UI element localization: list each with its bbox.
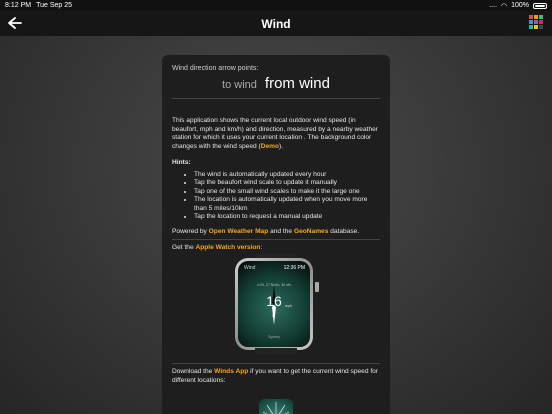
- info-card: Wind direction arrow points: to wind fro…: [162, 55, 390, 414]
- direction-toggle: to wind from wind: [172, 75, 380, 92]
- powered-prefix: Powered by: [172, 228, 209, 236]
- grid-cell: [539, 15, 543, 19]
- hint-item: The wind is automatically updated every …: [194, 171, 380, 179]
- watch-prefix: Get the: [172, 244, 196, 252]
- app-grid-icon[interactable]: [529, 15, 543, 29]
- geonames-link[interactable]: GeoNames: [294, 228, 328, 235]
- download-line: Download the Winds App if you want to ge…: [172, 368, 380, 385]
- wind-rays-icon: [262, 402, 290, 414]
- winds-app-image[interactable]: [259, 399, 293, 414]
- open-weather-map-link[interactable]: Open Weather Map: [209, 228, 269, 235]
- wifi-icon: ◠: [500, 2, 508, 10]
- hints-list: The wind is automatically updated every …: [172, 171, 380, 221]
- hint-item: Tap the location to request a manual upd…: [194, 213, 380, 221]
- option-to-wind[interactable]: to wind: [222, 79, 257, 91]
- grid-cell: [529, 15, 533, 19]
- watch-city: Sydney: [268, 335, 280, 340]
- powered-and: and the: [268, 228, 294, 236]
- demo-link[interactable]: Demo: [261, 143, 279, 150]
- grid-cell: [539, 20, 543, 24]
- watch-crown: [315, 282, 319, 293]
- winds-app-link[interactable]: Winds App: [214, 368, 248, 375]
- grid-cell: [529, 25, 533, 29]
- watch-suffix: :: [260, 244, 263, 252]
- direction-label: Wind direction arrow points:: [172, 65, 259, 72]
- divider: [172, 98, 380, 99]
- watch-wind-speed: 16: [266, 293, 282, 310]
- back-arrow-icon[interactable]: [6, 15, 24, 31]
- apple-watch-image[interactable]: Wind 12:36 PM 4:09, 27 North, 3b Ms 16 m…: [235, 254, 319, 355]
- hint-item: Tap one of the small wind scales to make…: [194, 188, 380, 196]
- divider: [172, 239, 380, 241]
- grid-cell: [529, 20, 533, 24]
- nav-bar: Wind: [0, 11, 552, 36]
- download-prefix: Download the: [172, 368, 215, 376]
- powered-suffix: database.: [328, 228, 360, 236]
- apple-watch-link[interactable]: Apple Watch version: [195, 244, 260, 251]
- watch-unit: mph: [285, 304, 292, 309]
- grid-cell: [534, 25, 538, 29]
- signal-dots: ....: [489, 2, 497, 9]
- grid-cell: [539, 25, 543, 29]
- status-time: 8:12 PM: [5, 2, 32, 9]
- watch-direction: S: [272, 313, 275, 319]
- status-bar: 8:12 PM Tue Sep 25 .... ◠ 100%: [0, 0, 552, 11]
- hints-title: Hints:: [172, 159, 191, 166]
- status-date: Tue Sep 25: [36, 2, 73, 9]
- watch-time: 12:36 PM: [283, 265, 305, 272]
- description-end: ).: [279, 142, 284, 150]
- watch-header: Wind 12:36 PM: [244, 265, 305, 271]
- battery-percent: 100%: [511, 2, 529, 9]
- option-from-wind[interactable]: from wind: [265, 75, 330, 92]
- battery-icon: [533, 2, 547, 9]
- page-title: Wind: [261, 16, 291, 31]
- grid-cell: [534, 15, 538, 19]
- watch-screen: Wind 12:36 PM 4:09, 27 North, 3b Ms 16 m…: [238, 261, 310, 348]
- powered-by: Powered by Open Weather Map and the GeoN…: [172, 228, 380, 235]
- hint-item: Tap the beaufort wind scale to update it…: [194, 179, 380, 187]
- grid-cell: [534, 20, 538, 24]
- hint-item: The location is automatically updated wh…: [194, 196, 380, 213]
- watch-band: [255, 348, 297, 355]
- watch-app-name: Wind: [244, 265, 256, 272]
- watch-case: Wind 12:36 PM 4:09, 27 North, 3b Ms 16 m…: [235, 258, 313, 351]
- apple-watch-line: Get the Apple Watch version:: [172, 244, 380, 251]
- description: This application shows the current local…: [172, 117, 380, 151]
- divider: [172, 363, 380, 365]
